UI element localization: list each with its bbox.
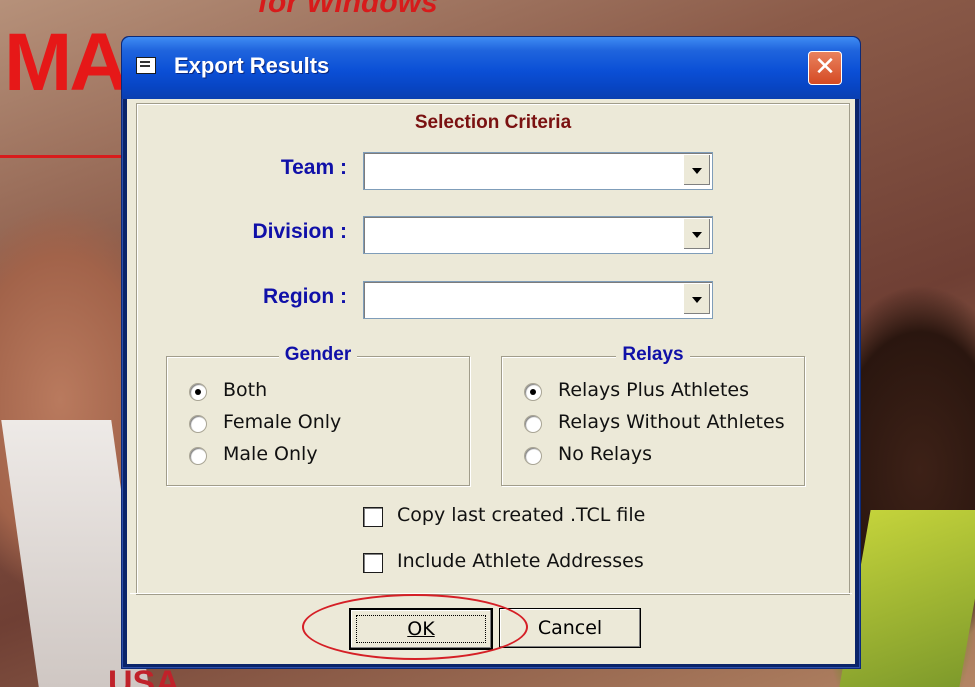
- relays-group-title: Relays: [616, 344, 690, 365]
- dropdown-arrow-icon[interactable]: [683, 284, 710, 314]
- selection-criteria-heading: Selection Criteria: [414, 112, 572, 133]
- team-label: Team :: [280, 156, 347, 179]
- dialog-client-area: Selection Criteria Team : Division : Reg…: [127, 99, 855, 664]
- relays-option-label: No Relays: [558, 443, 652, 465]
- radio-button[interactable]: [524, 447, 542, 465]
- radio-button[interactable]: [524, 415, 542, 433]
- radio-button[interactable]: [189, 383, 207, 401]
- region-label: Region :: [263, 285, 347, 308]
- relays-option-label: Relays Without Athletes: [558, 411, 785, 433]
- gender-group: Gender Both Female Only Male Only: [166, 344, 470, 486]
- dropdown-arrow-icon[interactable]: [683, 155, 710, 185]
- include-addresses-checkbox[interactable]: [363, 553, 383, 573]
- close-icon: ✕: [814, 52, 836, 82]
- region-dropdown[interactable]: [363, 281, 713, 319]
- close-button[interactable]: ✕: [808, 51, 842, 85]
- gender-option-label: Female Only: [223, 411, 342, 433]
- include-addresses-label: Include Athlete Addresses: [397, 550, 644, 572]
- relays-group: Relays Relays Plus Athletes Relays Witho…: [501, 344, 805, 486]
- dialog-title: Export Results: [174, 53, 330, 78]
- magazine-red-line: [0, 155, 125, 158]
- radio-button[interactable]: [189, 447, 207, 465]
- selection-criteria-panel: Selection Criteria Team : Division : Reg…: [136, 103, 850, 595]
- division-label: Division :: [252, 220, 347, 243]
- copy-tcl-label: Copy last created .TCL file: [397, 504, 646, 526]
- gender-group-title: Gender: [278, 344, 358, 365]
- window-icon: [136, 57, 156, 74]
- team-dropdown[interactable]: [363, 152, 713, 190]
- magazine-subtitle: for Windows: [258, 0, 438, 19]
- radio-button[interactable]: [524, 383, 542, 401]
- cancel-button-label: Cancel: [537, 617, 603, 639]
- magazine-title: MA: [4, 17, 129, 108]
- title-bar[interactable]: Export Results ✕: [122, 37, 860, 99]
- dropdown-arrow-icon[interactable]: [683, 219, 710, 249]
- relays-option-label: Relays Plus Athletes: [558, 379, 750, 401]
- export-results-dialog: Export Results ✕ Selection Criteria Team…: [121, 36, 861, 669]
- copy-tcl-checkbox[interactable]: [363, 507, 383, 527]
- division-dropdown[interactable]: [363, 216, 713, 254]
- radio-button[interactable]: [189, 415, 207, 433]
- annotation-highlight-circle: [302, 594, 528, 660]
- gender-option-label: Male Only: [223, 443, 318, 465]
- gender-option-label: Both: [223, 379, 268, 401]
